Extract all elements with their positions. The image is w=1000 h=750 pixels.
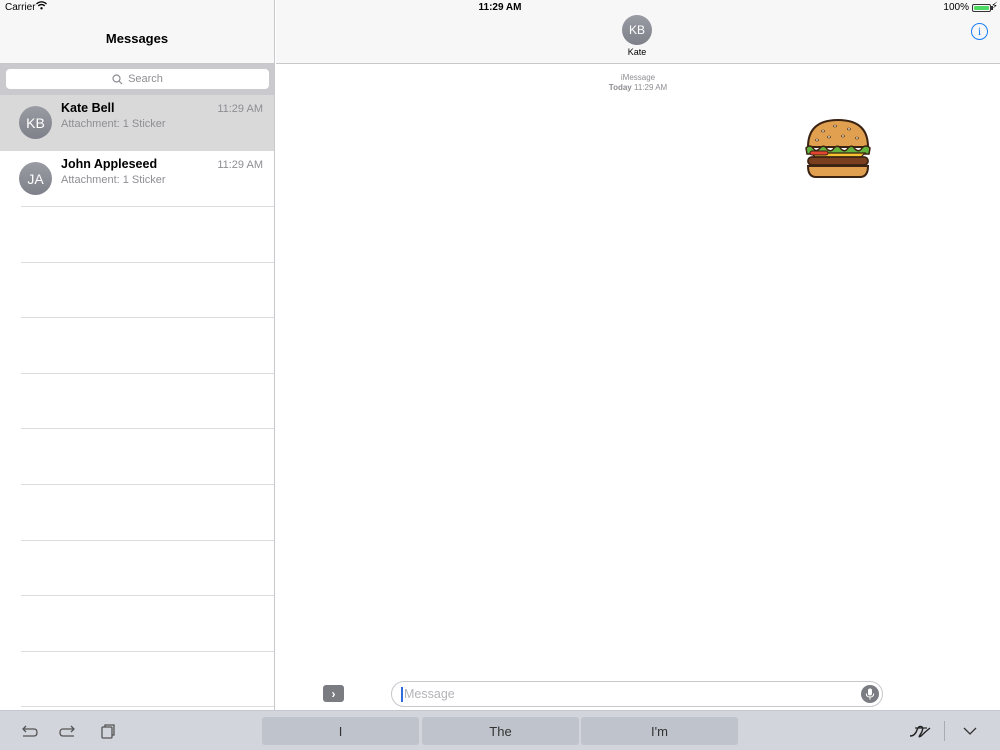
- conversation-name: Kate Bell: [61, 101, 115, 115]
- battery-icon: [972, 4, 991, 12]
- paste-button[interactable]: [98, 721, 118, 741]
- empty-row: [0, 263, 274, 319]
- expand-apps-button[interactable]: ›: [323, 685, 344, 702]
- charging-icon: ⚡: [990, 1, 998, 12]
- info-icon: i: [977, 24, 982, 38]
- battery-percentage: 100%: [943, 2, 969, 13]
- search-icon: [112, 73, 123, 84]
- keyboard-shortcut-bar: I The I'm: [0, 710, 1000, 750]
- contact-name[interactable]: Kate: [276, 47, 998, 57]
- search-bar: Search: [0, 64, 274, 95]
- dictation-button[interactable]: [861, 685, 879, 703]
- toolbar-divider: [944, 721, 945, 741]
- row-divider: [21, 706, 274, 708]
- avatar: JA: [19, 162, 52, 195]
- empty-row: [0, 596, 274, 652]
- suggestion-2[interactable]: The: [422, 717, 579, 745]
- chevron-right-icon: ›: [331, 686, 336, 701]
- conversation-preview: Attachment: 1 Sticker: [61, 174, 166, 186]
- conversation-time: 11:29 AM: [217, 103, 263, 115]
- hamburger-sticker[interactable]: [803, 117, 873, 181]
- status-bar: Carrier 11:29 AM 100% ⚡: [0, 0, 1000, 16]
- search-input[interactable]: Search: [6, 69, 269, 89]
- search-placeholder: Search: [128, 73, 163, 85]
- empty-row: [0, 374, 274, 430]
- conversation-row-kate-bell[interactable]: KB Kate Bell Attachment: 1 Sticker 11:29…: [0, 95, 274, 151]
- clipboard-icon: [101, 724, 115, 739]
- text-cursor: [401, 687, 403, 702]
- info-button[interactable]: i: [971, 23, 988, 40]
- conversation-time: 11:29 AM: [217, 159, 263, 171]
- handwriting-icon: [909, 725, 931, 738]
- redo-icon: [59, 725, 75, 737]
- conversation-list-pane: Messages Search KB Kate Bell Attachment:…: [0, 0, 275, 710]
- suggestion-3[interactable]: I'm: [581, 717, 738, 745]
- chevron-down-icon: [963, 727, 977, 735]
- conversation-row-john-appleseed[interactable]: JA John Appleseed Attachment: 1 Sticker …: [0, 151, 274, 207]
- conversation-preview: Attachment: 1 Sticker: [61, 118, 166, 130]
- redo-button[interactable]: [58, 721, 78, 741]
- conversation-list: KB Kate Bell Attachment: 1 Sticker 11:29…: [0, 95, 274, 708]
- undo-icon: [22, 725, 38, 737]
- empty-row: [0, 652, 274, 708]
- dismiss-keyboard-button[interactable]: [960, 721, 980, 741]
- message-placeholder: Message: [404, 687, 455, 701]
- avatar: KB: [19, 106, 52, 139]
- clock: 11:29 AM: [478, 2, 522, 13]
- empty-row: [0, 207, 274, 263]
- suggestion-1[interactable]: I: [262, 717, 419, 745]
- date-time: 11:29 AM: [633, 83, 668, 92]
- empty-row: [0, 318, 274, 374]
- message-input[interactable]: Message: [391, 681, 883, 707]
- date-day: Today: [608, 83, 632, 92]
- empty-row: [0, 485, 274, 541]
- sidebar-title: Messages: [105, 31, 169, 46]
- microphone-icon: [865, 688, 875, 700]
- service-label: iMessage: [620, 73, 656, 82]
- handwriting-button[interactable]: [908, 721, 932, 741]
- contact-avatar[interactable]: KB: [622, 15, 652, 45]
- empty-row: [0, 429, 274, 485]
- empty-row: [0, 541, 274, 597]
- conversation-name: John Appleseed: [61, 157, 158, 171]
- undo-button[interactable]: [19, 721, 39, 741]
- message-timestamp: Today 11:29 AM: [276, 83, 1000, 92]
